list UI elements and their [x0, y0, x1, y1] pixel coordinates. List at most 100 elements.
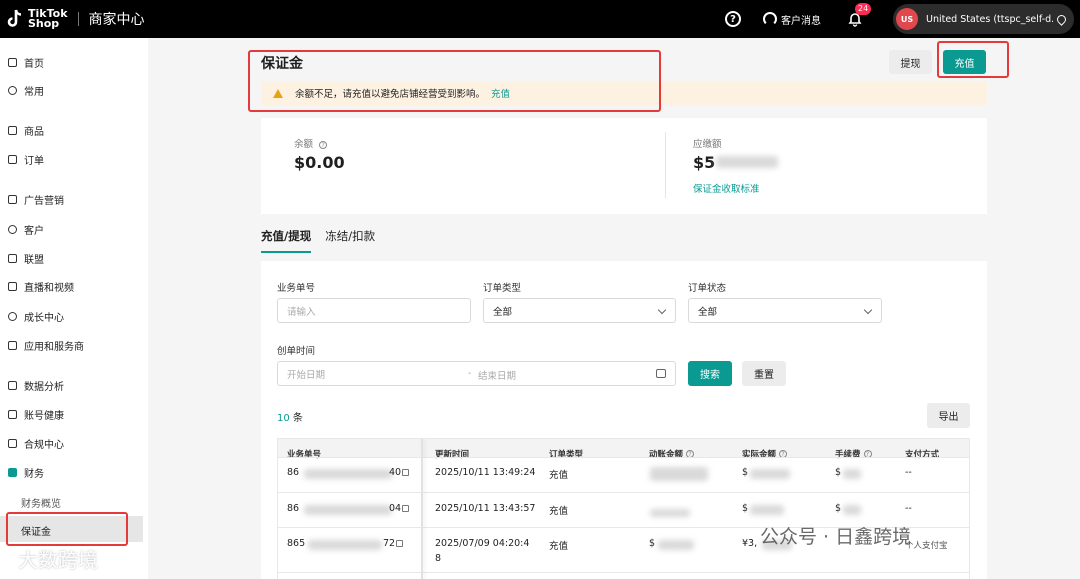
tiktok-shop-logo[interactable]: TikTok Shop: [7, 8, 68, 30]
business-no-input[interactable]: 请输入: [277, 298, 471, 323]
region-avatar: US: [896, 8, 918, 30]
deposit-standard-link[interactable]: 保证金收取标准: [693, 181, 760, 195]
account-switcher[interactable]: US United States (ttspc_self-d...: [893, 4, 1074, 34]
sidebar-item-affiliate[interactable]: 联盟: [0, 251, 44, 266]
sidebar-item-compliance[interactable]: 合规中心: [0, 436, 64, 451]
copy-icon[interactable]: [402, 469, 409, 476]
sidebar-item-products[interactable]: 商品: [0, 123, 44, 138]
result-count: 10 条: [277, 413, 303, 424]
end-date-input[interactable]: 结束日期: [478, 368, 516, 382]
sidebar-item-customers[interactable]: 客户: [0, 222, 44, 237]
info-icon[interactable]: ?: [319, 141, 328, 149]
order-type: 充值: [549, 541, 569, 552]
analytics-icon: [8, 381, 17, 390]
live-icon: [8, 282, 17, 291]
sidebar-item-label: 客户: [24, 226, 44, 237]
sidebar-item-finance[interactable]: 财务: [0, 465, 44, 480]
redacted-amount: [650, 467, 708, 481]
payment-method: 个人支付宝: [905, 541, 948, 551]
logo-divider: [77, 12, 79, 26]
growth-icon: [8, 312, 17, 321]
tab-frozen-deduction[interactable]: 冻结/扣款: [325, 228, 375, 253]
alert-recharge-link[interactable]: 充值: [491, 86, 510, 100]
sidebar-item-label: 财务: [24, 469, 44, 480]
headset-icon: [763, 12, 777, 26]
sidebar-item-apps[interactable]: 应用和服务商: [0, 338, 84, 353]
sidebar-item-label: 合规中心: [24, 440, 64, 451]
redacted-id: [304, 505, 392, 515]
balance-label: 余额 ?: [294, 136, 328, 150]
export-button[interactable]: 导出: [927, 403, 970, 428]
account-label: United States (ttspc_self-d...: [926, 13, 1053, 25]
redacted-amount: [750, 469, 790, 479]
date-range-picker[interactable]: 开始日期 - 结束日期: [277, 361, 676, 386]
business-no-end: 04: [389, 503, 402, 514]
sidebar-item-finance-overview[interactable]: 财务概览: [21, 495, 61, 510]
fee: $: [835, 503, 842, 514]
row-divider: [278, 572, 969, 573]
sidebar-item-live-video[interactable]: 直播和视频: [0, 279, 74, 294]
recharge-button[interactable]: 充值: [943, 50, 986, 74]
fee: $: [835, 467, 842, 478]
balance-card: 余额 ? $0.00 应缴额 $5 保证金收取标准: [261, 118, 987, 214]
sticky-column-divider: [421, 439, 423, 579]
business-no-label: 业务单号: [277, 283, 316, 294]
logo-line-2: Shop: [28, 17, 60, 30]
order-type: 充值: [549, 470, 569, 481]
calendar-icon[interactable]: [656, 369, 666, 378]
seller-center-title: 商家中心: [88, 12, 145, 28]
notifications-button[interactable]: 24: [847, 3, 872, 27]
megaphone-icon: [8, 195, 17, 204]
sidebar-item-analytics[interactable]: 数据分析: [0, 378, 64, 393]
movement-amount: $: [649, 538, 656, 549]
sidebar-item-orders[interactable]: 订单: [0, 152, 44, 167]
search-button[interactable]: 搜索: [688, 361, 732, 386]
start-date-input[interactable]: 开始日期: [287, 367, 325, 381]
sidebar-item-label: 账号健康: [24, 411, 64, 422]
warning-icon: [273, 88, 283, 98]
sidebar-item-growth[interactable]: 成长中心: [0, 309, 64, 324]
column-header-fee: 手续费?: [835, 448, 872, 460]
copy-icon[interactable]: [402, 505, 409, 512]
sidebar-item-label: 广告营销: [24, 196, 64, 207]
business-no-end: 40: [389, 467, 402, 478]
copy-icon[interactable]: [396, 540, 403, 547]
page-title: 保证金: [261, 56, 303, 72]
affiliate-icon: [8, 254, 17, 263]
chevron-down-icon: [863, 305, 873, 315]
sidebar-item-home[interactable]: 首页: [0, 55, 44, 70]
row-divider: [278, 492, 969, 493]
column-header-actual-amount: 实际金额?: [742, 448, 788, 460]
order-status-label: 订单状态: [688, 283, 727, 294]
reset-button[interactable]: 重置: [742, 361, 786, 386]
sidebar: 首页 常用 商品 订单 广告营销 客户 联盟 直播和视频 成长中心 应用和服务商…: [0, 38, 148, 579]
withdraw-button[interactable]: 提现: [889, 50, 932, 74]
date-separator: -: [468, 368, 472, 379]
business-no-end: 72: [383, 538, 396, 549]
updated-time: 2025/10/11 13:43:57: [435, 503, 536, 514]
actual-amount: ¥3,: [742, 538, 758, 549]
sidebar-item-label: 成长中心: [24, 313, 64, 324]
transactions-table: 业务单号 更新时间 订单类型 动账金额? 实际金额? 手续费? 支付方式 86 …: [277, 438, 970, 579]
amount-due-value: $5: [693, 153, 716, 172]
order-status-select[interactable]: 全部: [688, 298, 882, 323]
column-header-payment-method: 支付方式: [905, 450, 940, 460]
tab-recharge-withdraw[interactable]: 充值/提现: [261, 228, 312, 253]
redacted-amount: [650, 509, 690, 517]
sidebar-item-frequent[interactable]: 常用: [0, 83, 44, 98]
sidebar-item-label: 联盟: [24, 255, 44, 266]
order-type: 充值: [549, 506, 569, 517]
column-header-order-type: 订单类型: [549, 450, 584, 460]
order-type-value: 全部: [493, 306, 513, 318]
order-type-select[interactable]: 全部: [483, 298, 676, 323]
updated-time: 2025/10/11 13:49:24: [435, 467, 536, 478]
created-time-label: 创单时间: [277, 346, 316, 357]
help-icon[interactable]: ?: [725, 11, 741, 27]
amount-due-label: 应缴额: [693, 139, 722, 150]
sidebar-item-marketing[interactable]: 广告营销: [0, 192, 64, 207]
business-no-start: 865: [287, 538, 306, 549]
redacted-amount: [750, 505, 784, 515]
customer-messages-button[interactable]: 客户消息: [763, 12, 821, 27]
sidebar-item-account-health[interactable]: 账号健康: [0, 407, 64, 422]
updated-time-wrap: 8: [435, 553, 442, 564]
